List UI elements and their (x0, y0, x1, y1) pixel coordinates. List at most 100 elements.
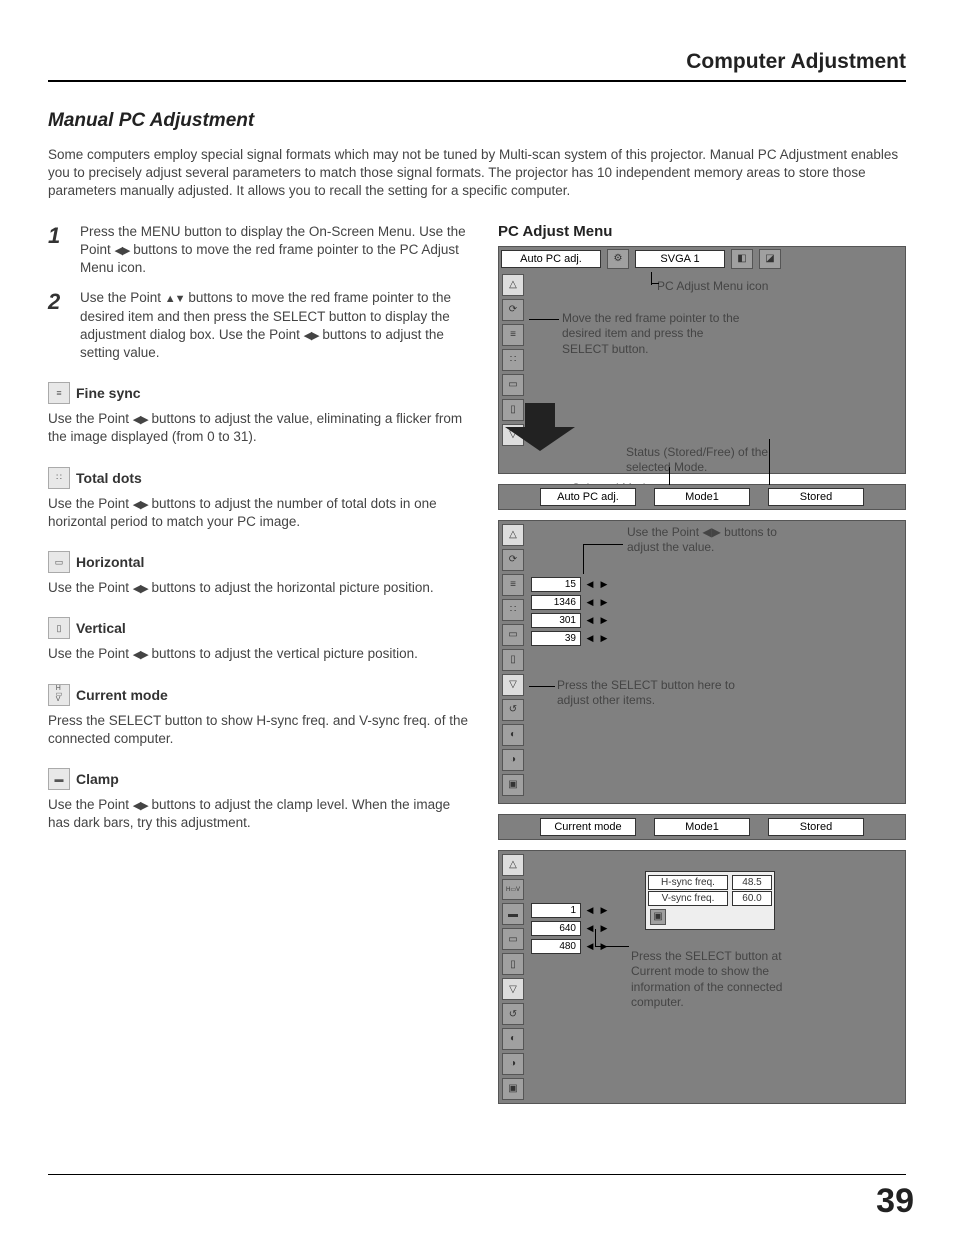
step-1-text: Press the MENU button to display the On-… (80, 223, 468, 278)
subhead-title: Total dots (76, 470, 142, 486)
v-sync-label: V-sync freq. (648, 891, 728, 906)
store-icon: ◑ (502, 1053, 524, 1075)
quit-icon: ▣ (502, 774, 524, 796)
horizontal-desc: Use the Point ◀▶ buttons to adjust the h… (48, 579, 468, 597)
annot-current-mode-info: Press the SELECT button at Current mode … (631, 949, 821, 1011)
auto-pc-icon: ⟳ (502, 549, 524, 571)
step-2-text-a: Use the Point (80, 290, 165, 305)
decrease-icon: ◀ (585, 613, 595, 629)
value-total-dots: 1346 (531, 595, 581, 610)
step-number: 1 (48, 223, 68, 278)
horizontal-icon: ▭ (48, 551, 70, 573)
annot-status: Status (Stored/Free) of the selected Mod… (626, 445, 806, 476)
value-vertical: 39 (531, 631, 581, 646)
v-sync-row: V-sync freq. 60.0 (648, 891, 772, 906)
status-left: Auto PC adj. (540, 488, 636, 506)
osd2-side-icons: △ ⟳ ≡ ∷ ▭ ▯ ▽ ↺ ◐ ◑ ▣ (499, 521, 527, 803)
increase-icon: ▶ (599, 939, 609, 955)
increase-icon: ▶ (599, 577, 609, 593)
osd-top-bar: Auto PC adj. ⚙ SVGA 1 ◧ ◪ (499, 247, 905, 271)
subhead-title: Vertical (76, 620, 126, 636)
desc-a: Use the Point (48, 411, 133, 426)
desc-a: Use the Point (48, 580, 133, 595)
increase-icon: ▶ (599, 903, 609, 919)
total-dots-mini-icon: ∷ (502, 349, 524, 371)
vertical-icon: ▯ (48, 617, 70, 639)
increase-icon: ▶ (599, 595, 609, 611)
step-2-text: Use the Point ▲▼ buttons to move the red… (80, 289, 468, 362)
value3-1: 1 (531, 903, 581, 918)
display-area-v-icon: ▯ (502, 953, 524, 975)
desc-b: buttons to adjust the horizontal picture… (148, 580, 434, 595)
value-horizontal: 301 (531, 613, 581, 628)
decrease-icon: ◀ (585, 577, 595, 593)
scroll-up-icon: △ (502, 274, 524, 296)
display-area-h-icon: ▭ (502, 928, 524, 950)
status-mid: Mode1 (654, 488, 750, 506)
total-dots-mini-icon: ∷ (502, 599, 524, 621)
annot-pc-adjust-icon: PC Adjust Menu icon (657, 279, 768, 295)
annot-adjust-value: Use the Point ◀▶ buttons to adjust the v… (627, 525, 807, 556)
page-number: 39 (876, 1182, 914, 1221)
intro-paragraph: Some computers employ special signal for… (48, 146, 906, 201)
value-fine-sync: 15 (531, 577, 581, 592)
pc-adjust-menu-title: PC Adjust Menu (498, 223, 906, 240)
scroll-up-icon: △ (502, 854, 524, 876)
reset-icon: ↺ (502, 1003, 524, 1025)
value3-3: 480 (531, 939, 581, 954)
desc-a: Use the Point (48, 496, 133, 511)
increase-icon: ▶ (599, 631, 609, 647)
sync-info-panel: H-sync freq. 48.5 V-sync freq. 60.0 ▣ (645, 871, 775, 930)
osd3-main-area: 1 ◀ ▶ 640 ◀ ▶ 480 ◀ ▶ (527, 851, 905, 1103)
h-sync-value: 48.5 (732, 875, 772, 890)
subhead-clamp: ▬ Clamp (48, 768, 468, 790)
left-column: 1 Press the MENU button to display the O… (48, 223, 468, 1114)
subhead-total-dots: ∷ Total dots (48, 467, 468, 489)
quit-mini-icon: ▣ (648, 907, 772, 927)
left-right-arrows-icon: ◀▶ (115, 244, 130, 259)
annot-move-pointer: Move the red frame pointer to the desire… (562, 311, 742, 358)
osd-panel-1: Auto PC adj. ⚙ SVGA 1 ◧ ◪ △ ⟳ ≡ ∷ ▭ ▯ ▽ … (498, 246, 906, 474)
osd-panel-3: △ H▭V ▬ ▭ ▯ ▽ ↺ ◐ ◑ ▣ 1 ◀ ▶ (498, 850, 906, 1104)
scroll-up-icon: △ (502, 524, 524, 546)
decrease-icon: ◀ (585, 939, 595, 955)
value-row-1: 15 ◀ ▶ (531, 577, 905, 593)
current-mode-desc: Press the SELECT button to show H-sync f… (48, 712, 468, 748)
fine-sync-desc: Use the Point ◀▶ buttons to adjust the v… (48, 410, 468, 446)
page-header: Computer Adjustment (48, 50, 906, 82)
osd-auto-pc-label: Auto PC adj. (501, 250, 601, 268)
scroll-down-icon: ▽ (502, 978, 524, 1000)
value3-2: 640 (531, 921, 581, 936)
total-dots-icon: ∷ (48, 467, 70, 489)
step-2: 2 Use the Point ▲▼ buttons to move the r… (48, 289, 468, 362)
subhead-title: Horizontal (76, 554, 144, 570)
osd-main-area-1: PC Adjust Menu icon Move the red frame p… (527, 271, 905, 449)
store-icon: ◑ (502, 749, 524, 771)
right-column: PC Adjust Menu Auto PC adj. ⚙ SVGA 1 ◧ ◪… (498, 223, 906, 1114)
subhead-current-mode: H▭V Current mode (48, 684, 468, 706)
status2-right: Stored (768, 818, 864, 836)
horizontal-mini-icon: ▭ (502, 624, 524, 646)
pc-adjust-menu-icon: ⚙ (607, 249, 629, 269)
decrease-icon: ◀ (585, 903, 595, 919)
current-mode-icon: H▭V (48, 684, 70, 706)
annot-select-here: Press the SELECT button here to adjust o… (557, 678, 757, 709)
fine-sync-mini-icon: ≡ (502, 574, 524, 596)
subhead-vertical: ▯ Vertical (48, 617, 468, 639)
h-sync-row: H-sync freq. 48.5 (648, 875, 772, 890)
osd-panel-2: △ ⟳ ≡ ∷ ▭ ▯ ▽ ↺ ◐ ◑ ▣ Use the Point ◀▶ b… (498, 520, 906, 804)
quit-icon: ▣ (502, 1078, 524, 1100)
mode-free-icon: ◐ (502, 724, 524, 746)
value-row-2: 1346 ◀ ▶ (531, 595, 905, 611)
osd-status-bar-2: Current mode Mode1 Stored (498, 814, 906, 840)
subhead-title: Clamp (76, 771, 119, 787)
vertical-desc: Use the Point ◀▶ buttons to adjust the v… (48, 645, 468, 663)
increase-icon: ▶ (599, 921, 609, 937)
left-right-arrows-icon: ◀▶ (133, 648, 148, 663)
current-mode-mini-icon: H▭V (502, 879, 524, 901)
left-right-arrows-icon: ◀▶ (133, 498, 148, 513)
clamp-mini-icon: ▬ (502, 903, 524, 925)
subhead-title: Current mode (76, 687, 168, 703)
fine-sync-icon: ≡ (48, 382, 70, 404)
up-down-arrows-icon: ▲▼ (165, 292, 185, 307)
